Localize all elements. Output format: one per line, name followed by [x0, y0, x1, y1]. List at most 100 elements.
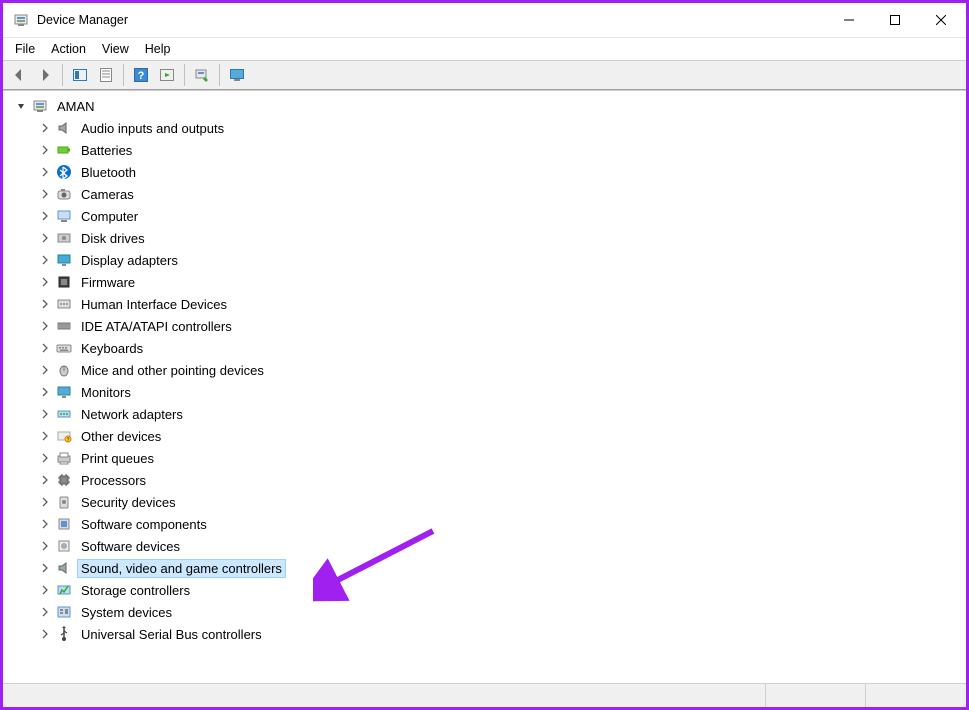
expand-icon[interactable]: [37, 362, 53, 378]
bluetooth-icon: [55, 163, 73, 181]
tree-item-label: Network adapters: [77, 405, 187, 424]
tree-item-label: Human Interface Devices: [77, 295, 231, 314]
expand-icon[interactable]: [37, 296, 53, 312]
show-hide-console-tree-button[interactable]: [68, 63, 92, 87]
computer-icon: [55, 207, 73, 225]
collapse-icon[interactable]: [13, 98, 29, 114]
tree-item-other[interactable]: ?Other devices: [37, 425, 964, 447]
action-button[interactable]: [155, 63, 179, 87]
tree-root-node[interactable]: AMAN: [13, 95, 964, 117]
minimize-button[interactable]: [826, 4, 872, 36]
tree-item-label: Software devices: [77, 537, 184, 556]
expand-icon[interactable]: [37, 384, 53, 400]
tree-item-label: Processors: [77, 471, 150, 490]
tree-item-label: Storage controllers: [77, 581, 194, 600]
expand-icon[interactable]: [37, 626, 53, 642]
expand-icon[interactable]: [37, 494, 53, 510]
swdev-icon: [55, 537, 73, 555]
expand-icon[interactable]: [37, 516, 53, 532]
expand-icon[interactable]: [37, 406, 53, 422]
monitor-button[interactable]: [225, 63, 249, 87]
tree-item-mice[interactable]: Mice and other pointing devices: [37, 359, 964, 381]
expand-icon[interactable]: [37, 142, 53, 158]
cameras-icon: [55, 185, 73, 203]
expand-icon[interactable]: [37, 538, 53, 554]
expand-icon[interactable]: [37, 560, 53, 576]
processors-icon: [55, 471, 73, 489]
tree-item-audio[interactable]: Audio inputs and outputs: [37, 117, 964, 139]
tree-item-label: Batteries: [77, 141, 136, 160]
forward-button[interactable]: [33, 63, 57, 87]
tree-item-label: Computer: [77, 207, 142, 226]
expand-icon[interactable]: [37, 340, 53, 356]
statusbar: [3, 683, 966, 707]
tree-item-hid[interactable]: Human Interface Devices: [37, 293, 964, 315]
device-tree[interactable]: AMAN Audio inputs and outputs BatteriesBl…: [3, 90, 966, 683]
tree-item-printqueues[interactable]: Print queues: [37, 447, 964, 469]
tree-item-label: Other devices: [77, 427, 165, 446]
expand-icon[interactable]: [37, 120, 53, 136]
close-button[interactable]: [918, 4, 964, 36]
expand-icon[interactable]: [37, 472, 53, 488]
monitors-icon: [55, 383, 73, 401]
tree-item-swcomp[interactable]: Software components: [37, 513, 964, 535]
help-button[interactable]: ?: [129, 63, 153, 87]
tree-item-label: Disk drives: [77, 229, 149, 248]
tree-item-usb[interactable]: Universal Serial Bus controllers: [37, 623, 964, 645]
menu-action[interactable]: Action: [43, 40, 94, 58]
menu-file[interactable]: File: [7, 40, 43, 58]
tree-item-swdev[interactable]: Software devices: [37, 535, 964, 557]
expand-icon[interactable]: [37, 186, 53, 202]
tree-item-label: Mice and other pointing devices: [77, 361, 268, 380]
expand-icon[interactable]: [37, 582, 53, 598]
display-icon: [55, 251, 73, 269]
maximize-button[interactable]: [872, 4, 918, 36]
expand-icon[interactable]: [37, 428, 53, 444]
menu-help[interactable]: Help: [137, 40, 179, 58]
menu-view[interactable]: View: [94, 40, 137, 58]
security-icon: [55, 493, 73, 511]
tree-item-processors[interactable]: Processors: [37, 469, 964, 491]
ide-icon: [55, 317, 73, 335]
tree-item-display[interactable]: Display adapters: [37, 249, 964, 271]
tree-item-computer[interactable]: Computer: [37, 205, 964, 227]
properties-button[interactable]: [94, 63, 118, 87]
back-button[interactable]: [7, 63, 31, 87]
tree-item-firmware[interactable]: Firmware: [37, 271, 964, 293]
tree-item-security[interactable]: Security devices: [37, 491, 964, 513]
computer-icon: [31, 97, 49, 115]
storage-icon: [55, 581, 73, 599]
tree-item-diskdrives[interactable]: Disk drives: [37, 227, 964, 249]
tree-item-monitors[interactable]: Monitors: [37, 381, 964, 403]
tree-item-cameras[interactable]: Cameras: [37, 183, 964, 205]
expand-icon[interactable]: [37, 164, 53, 180]
scan-hardware-button[interactable]: [190, 63, 214, 87]
expand-icon[interactable]: [37, 230, 53, 246]
tree-item-system[interactable]: System devices: [37, 601, 964, 623]
tree-item-label: Software components: [77, 515, 211, 534]
expand-icon[interactable]: [37, 274, 53, 290]
expand-icon[interactable]: [37, 252, 53, 268]
tree-item-ide[interactable]: IDE ATA/ATAPI controllers: [37, 315, 964, 337]
expand-icon[interactable]: [37, 604, 53, 620]
tree-item-label: Cameras: [77, 185, 138, 204]
tree-item-network[interactable]: Network adapters: [37, 403, 964, 425]
tree-item-storage[interactable]: Storage controllers: [37, 579, 964, 601]
expand-icon[interactable]: [37, 450, 53, 466]
usb-icon: [55, 625, 73, 643]
tree-item-bluetooth[interactable]: Bluetooth: [37, 161, 964, 183]
tree-item-keyboards[interactable]: Keyboards: [37, 337, 964, 359]
other-icon: ?: [55, 427, 73, 445]
printqueues-icon: [55, 449, 73, 467]
expand-icon[interactable]: [37, 318, 53, 334]
expand-icon[interactable]: [37, 208, 53, 224]
tree-item-label: Print queues: [77, 449, 158, 468]
tree-item-label: Firmware: [77, 273, 139, 292]
device-manager-window: Device Manager File Action View Help: [3, 3, 966, 707]
toolbar: ?: [3, 60, 966, 90]
app-icon: [13, 12, 29, 28]
tree-item-label: Keyboards: [77, 339, 147, 358]
tree-item-sound[interactable]: Sound, video and game controllers: [37, 557, 964, 579]
tree-item-label: Audio inputs and outputs: [77, 119, 228, 138]
tree-item-batteries[interactable]: Batteries: [37, 139, 964, 161]
